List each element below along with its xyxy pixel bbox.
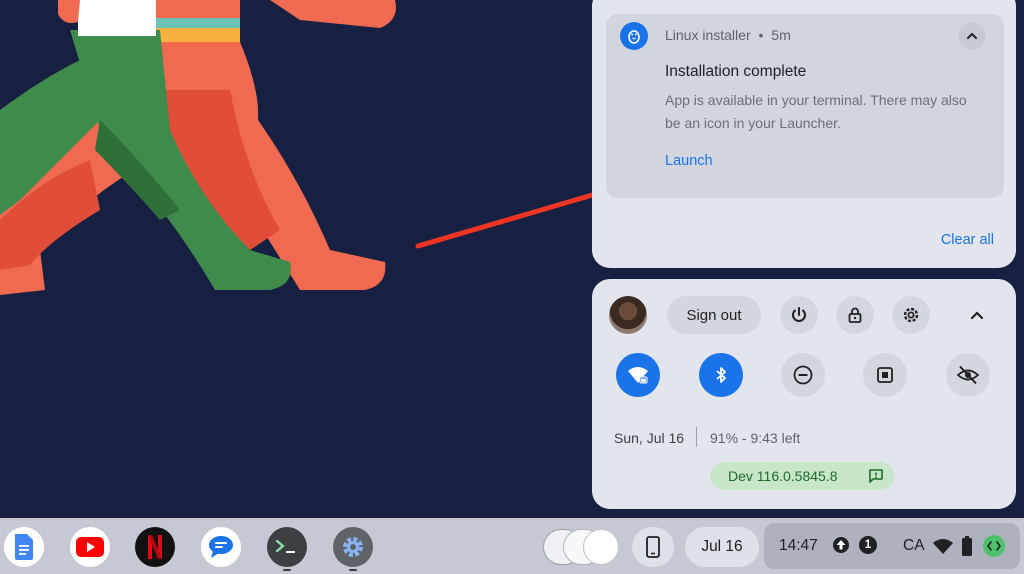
chevron-up-icon bbox=[970, 311, 984, 320]
bluetooth-toggle[interactable] bbox=[699, 353, 743, 397]
settings-icon bbox=[343, 537, 363, 557]
shelf-app-messages[interactable] bbox=[201, 527, 241, 567]
running-indicator bbox=[283, 569, 291, 571]
phone-icon bbox=[646, 536, 660, 558]
shelf-app-settings[interactable] bbox=[333, 527, 373, 567]
version-label: Dev 116.0.5845.8 bbox=[728, 468, 838, 484]
status-tray[interactable]: 14:47 1 CA bbox=[764, 523, 1020, 569]
privacy-eye-off-icon bbox=[956, 365, 980, 385]
bluetooth-icon bbox=[716, 367, 726, 383]
do-not-disturb-toggle[interactable] bbox=[781, 353, 825, 397]
wallpaper-illustration bbox=[0, 0, 396, 295]
lock-button[interactable] bbox=[836, 296, 874, 334]
clock-time: 14:47 bbox=[779, 537, 818, 554]
wifi-toggle[interactable] bbox=[616, 353, 660, 397]
shelf-app-terminal[interactable] bbox=[267, 527, 307, 567]
input-method-label: CA bbox=[903, 537, 925, 554]
google-docs-icon bbox=[15, 534, 33, 560]
notification-collapse-button[interactable] bbox=[958, 22, 986, 50]
settings-button[interactable] bbox=[892, 296, 930, 334]
terminal-icon bbox=[275, 539, 295, 553]
notification-count-icon: 1 bbox=[859, 536, 877, 554]
do-not-disturb-icon bbox=[793, 365, 813, 385]
date-label[interactable]: Sun, Jul 16 bbox=[614, 430, 684, 446]
collapse-quick-settings-button[interactable] bbox=[958, 296, 996, 334]
divider bbox=[696, 427, 697, 447]
battery-icon bbox=[962, 536, 972, 556]
shelf-app-youtube[interactable] bbox=[70, 527, 110, 567]
notification-panel: Linux installer • 5m Installation comple… bbox=[592, 0, 1016, 268]
power-button[interactable] bbox=[780, 296, 818, 334]
sign-out-button[interactable]: Sign out bbox=[667, 296, 761, 334]
screen-capture-icon bbox=[877, 367, 893, 383]
notification-body: App is available in your terminal. There… bbox=[665, 92, 967, 131]
update-icon bbox=[833, 537, 849, 553]
netflix-icon bbox=[148, 535, 162, 559]
shelf-app-netflix[interactable] bbox=[135, 527, 175, 567]
battery-status[interactable]: 91% - 9:43 left bbox=[710, 430, 800, 446]
running-indicator bbox=[349, 569, 357, 571]
gear-icon bbox=[903, 307, 919, 323]
shelf: Jul 16 14:47 1 CA bbox=[0, 518, 1024, 574]
notification-title: Installation complete bbox=[665, 63, 807, 80]
wifi-icon bbox=[933, 539, 953, 554]
wifi-lock-icon bbox=[628, 367, 648, 384]
clear-all-button[interactable]: Clear all bbox=[941, 232, 994, 248]
phone-hub-button[interactable] bbox=[632, 527, 674, 567]
developer-icon bbox=[983, 535, 1005, 557]
linux-penguin-icon bbox=[620, 22, 648, 50]
shelf-app-docs[interactable] bbox=[4, 527, 44, 567]
chevron-up-icon bbox=[967, 32, 977, 39]
shelf-date-button[interactable]: Jul 16 bbox=[685, 527, 759, 567]
version-badge[interactable]: Dev 116.0.5845.8 bbox=[710, 462, 894, 490]
notification-card[interactable]: Linux installer • 5m Installation comple… bbox=[606, 14, 1004, 198]
quick-settings-panel: Sign out Sun, Jul 16 91% - 9:43 left Dev… bbox=[592, 279, 1016, 509]
launch-button[interactable]: Launch bbox=[665, 153, 713, 169]
feedback-icon[interactable] bbox=[868, 468, 884, 484]
messages-icon bbox=[209, 536, 233, 558]
youtube-icon bbox=[76, 537, 104, 557]
avatar[interactable] bbox=[609, 296, 647, 334]
holding-space-thumbnails[interactable] bbox=[543, 527, 623, 567]
lock-icon bbox=[848, 307, 862, 323]
screen-capture-toggle[interactable] bbox=[863, 353, 907, 397]
notification-source: Linux installer • 5m bbox=[665, 27, 791, 43]
privacy-screen-toggle[interactable] bbox=[946, 353, 990, 397]
power-icon bbox=[792, 307, 806, 322]
